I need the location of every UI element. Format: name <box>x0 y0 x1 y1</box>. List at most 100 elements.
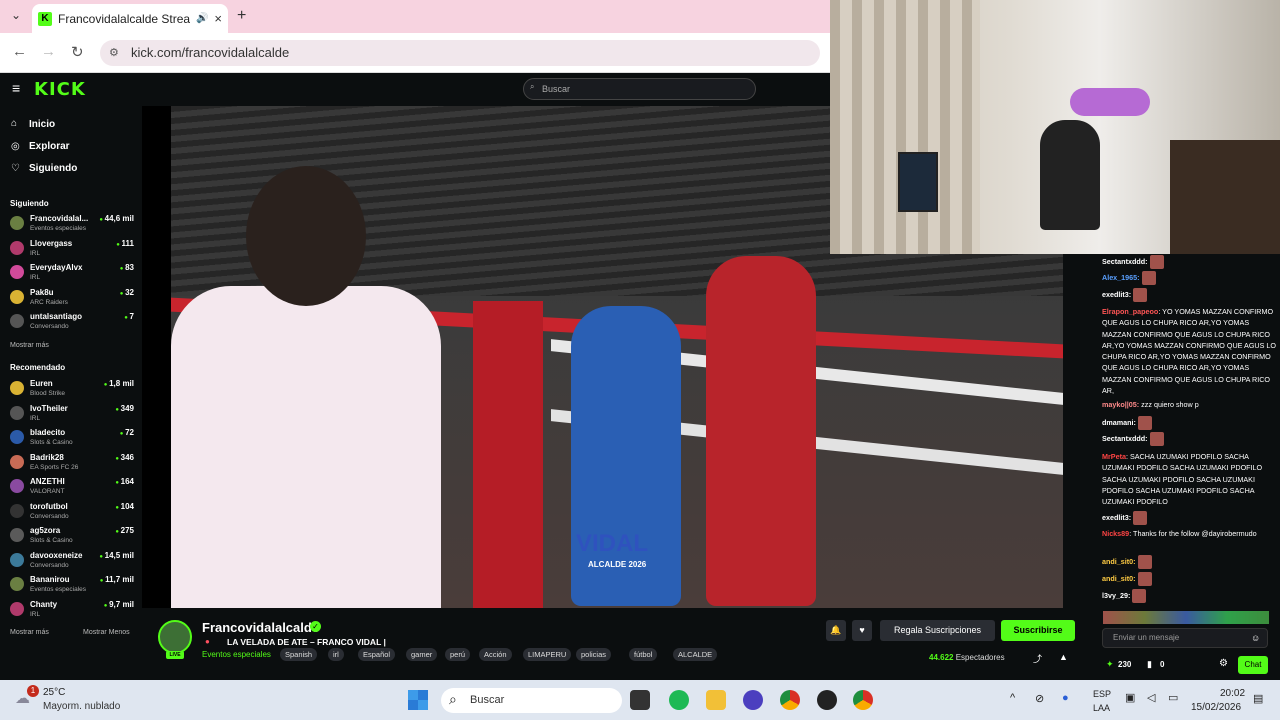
chat-send-button[interactable]: Chat <box>1238 656 1268 674</box>
speaker-icon[interactable]: 🔊 <box>196 13 208 24</box>
recommended-channel[interactable]: Badrik28 EA Sports FC 26 346 <box>10 453 134 477</box>
channel-avatar <box>10 430 24 444</box>
nav-inicio[interactable]: Inicio <box>29 119 55 130</box>
tab-list-chevron-icon[interactable]: ⌄ <box>11 8 21 22</box>
report-icon[interactable]: ▲ <box>1059 652 1068 662</box>
stream-tag[interactable]: fútbol <box>629 648 658 661</box>
chat-input[interactable]: Enviar un mensaje <box>1102 628 1268 648</box>
stream-tag[interactable]: policias <box>576 648 612 661</box>
stream-category[interactable]: Eventos especiales <box>202 650 271 659</box>
file-explorer-icon[interactable] <box>706 690 726 710</box>
share-icon[interactable]: ⤴ <box>1033 652 1042 665</box>
stream-tag[interactable]: Acción <box>479 648 512 661</box>
tray-battery-icon[interactable]: ▭ <box>1168 691 1178 704</box>
notify-bell-icon[interactable]: 🔔 <box>826 620 846 641</box>
url-input[interactable]: kick.com/francovidalalcalde <box>100 40 820 66</box>
windows-start-icon[interactable] <box>408 690 428 710</box>
chat-username[interactable]: andi_sit0: <box>1102 557 1136 566</box>
notifications-icon[interactable]: ▤ <box>1253 692 1263 705</box>
back-icon[interactable]: ← <box>12 43 27 60</box>
recommended-channel[interactable]: torofutbol Conversando 104 <box>10 502 134 526</box>
gift-subs-button[interactable]: Regala Suscripciones <box>880 620 995 641</box>
recommended-channel[interactable]: IvoTheiler IRL 349 <box>10 404 134 428</box>
stream-tag[interactable]: ALCALDE <box>673 648 718 661</box>
following-channel[interactable]: EverydayAlvx IRL 83 <box>10 263 134 287</box>
nav-siguiendo[interactable]: Siguiendo <box>29 163 77 174</box>
site-settings-icon[interactable]: ⚙ <box>109 46 119 59</box>
chat-points: 230 <box>1118 660 1132 669</box>
chat-username[interactable]: l3vy_29: <box>1102 591 1130 600</box>
channel-name: Llovergass <box>30 238 73 248</box>
clock-time[interactable]: 20:02 <box>1220 688 1245 699</box>
streamer-avatar[interactable] <box>158 620 192 654</box>
search-input[interactable]: Buscar <box>523 78 756 100</box>
menu-icon[interactable]: ≡ <box>12 80 20 96</box>
chrome-active-icon[interactable] <box>853 690 873 710</box>
viewer-count: 44.622 Espectadores <box>929 653 1005 662</box>
following-channel[interactable]: untalsantiago Conversando 7 <box>10 312 134 336</box>
stream-tag[interactable]: irl <box>328 648 344 661</box>
tray-network-icon[interactable]: ⊘ <box>1035 692 1044 705</box>
stream-tag[interactable]: perú <box>445 648 471 661</box>
obs-icon[interactable] <box>817 690 837 710</box>
close-tab-icon[interactable]: × <box>214 11 222 26</box>
chat-username[interactable]: andi_sit0: <box>1102 574 1136 583</box>
recommended-channel[interactable]: ag5zora Slots & Casino 275 <box>10 526 134 550</box>
streamer-name[interactable]: Francovidalalcalde <box>202 620 319 635</box>
emoji-icon[interactable]: ☺ <box>1251 633 1260 643</box>
chrome-icon[interactable] <box>780 690 800 710</box>
taskbar-search[interactable]: Buscar <box>441 688 622 713</box>
channel-category: Eventos especiales <box>30 586 87 593</box>
spotify-icon[interactable] <box>669 690 689 710</box>
chat-username[interactable]: exedlit3: <box>1102 513 1131 522</box>
channel-name: Francovidalal... <box>30 214 89 223</box>
stream-tag[interactable]: Español <box>358 648 396 661</box>
chat-username[interactable]: Alex_1965: <box>1102 273 1140 282</box>
chat-count-icon: ▮ <box>1147 659 1152 669</box>
reload-icon[interactable]: ↻ <box>71 43 84 61</box>
new-tab-button[interactable]: + <box>237 7 246 25</box>
chat-count: 0 <box>1160 660 1165 669</box>
kick-logo[interactable]: KICK <box>34 79 86 100</box>
app-icon[interactable] <box>743 690 763 710</box>
recommended-channel[interactable]: Bananirou Eventos especiales 11,7 mil <box>10 575 134 599</box>
lang-1[interactable]: ESP <box>1093 689 1111 699</box>
favorite-heart-icon[interactable]: ♥ <box>852 620 872 641</box>
chat-message: mayko||05: zzz quiero show p <box>1102 399 1276 410</box>
following-channel[interactable]: Francovidalal... Eventos especiales 44,6… <box>10 214 134 238</box>
stream-tag[interactable]: Spanish <box>280 648 318 661</box>
chat-username[interactable]: Sectantxddd: <box>1102 434 1148 443</box>
chat-username[interactable]: MrPeta <box>1102 452 1126 461</box>
chat-username[interactable]: Elrapon_papeoo <box>1102 307 1158 316</box>
recommended-channel[interactable]: bladecito Slots & Casino 72 <box>10 428 134 452</box>
recommended-channel[interactable]: Chanty IRL 9,7 mil <box>10 600 134 624</box>
chat-username[interactable]: exedlit3: <box>1102 290 1131 299</box>
tray-wifi-icon[interactable]: ▣ <box>1125 691 1135 704</box>
show-more-following[interactable]: Mostrar más <box>10 342 49 349</box>
task-view-icon[interactable] <box>630 690 650 710</box>
recommended-channel[interactable]: davooxeneize Conversando 14,5 mil <box>10 551 134 575</box>
subscribe-button[interactable]: Suscribirse <box>1001 620 1075 641</box>
tray-mic-icon[interactable]: ● <box>1062 692 1069 704</box>
recommended-channel[interactable]: Euren Blood Strike 1,8 mil <box>10 379 134 403</box>
stream-tag[interactable]: LIMAPERU <box>523 648 572 661</box>
following-channel[interactable]: Llovergass IRL 111 <box>10 239 134 263</box>
show-less-recommended[interactable]: Mostrar Menos <box>83 629 130 636</box>
browser-tab[interactable]: K Francovidalalcalde Stream - 🔊 × <box>32 4 228 33</box>
forward-icon[interactable]: → <box>41 43 56 60</box>
chat-username[interactable]: mayko||05: <box>1102 400 1139 409</box>
chat-username[interactable]: Sectantxddd: <box>1102 257 1148 266</box>
stream-tag[interactable]: gamer <box>406 648 438 661</box>
chat-username[interactable]: Nicks89 <box>1102 529 1129 538</box>
following-channel[interactable]: Pak8u ARC Raiders 32 <box>10 288 134 312</box>
nav-explorar[interactable]: Explorar <box>29 141 70 152</box>
chat-settings-icon[interactable]: ⚙ <box>1219 658 1228 669</box>
chat-username[interactable]: dmamani: <box>1102 418 1136 427</box>
lang-2[interactable]: LAA <box>1093 703 1110 713</box>
clock-date[interactable]: 15/02/2026 <box>1191 702 1241 713</box>
tray-volume-icon[interactable]: ◁ <box>1147 691 1155 704</box>
show-more-recommended[interactable]: Mostrar más <box>10 629 49 636</box>
chat-text: : SACHA UZUMAKI PDOFILO SACHA UZUMAKI PD… <box>1102 452 1263 507</box>
recommended-channel[interactable]: ANZETHI VALORANT 164 <box>10 477 134 501</box>
tray-chevron-icon[interactable]: ^ <box>1010 692 1015 704</box>
